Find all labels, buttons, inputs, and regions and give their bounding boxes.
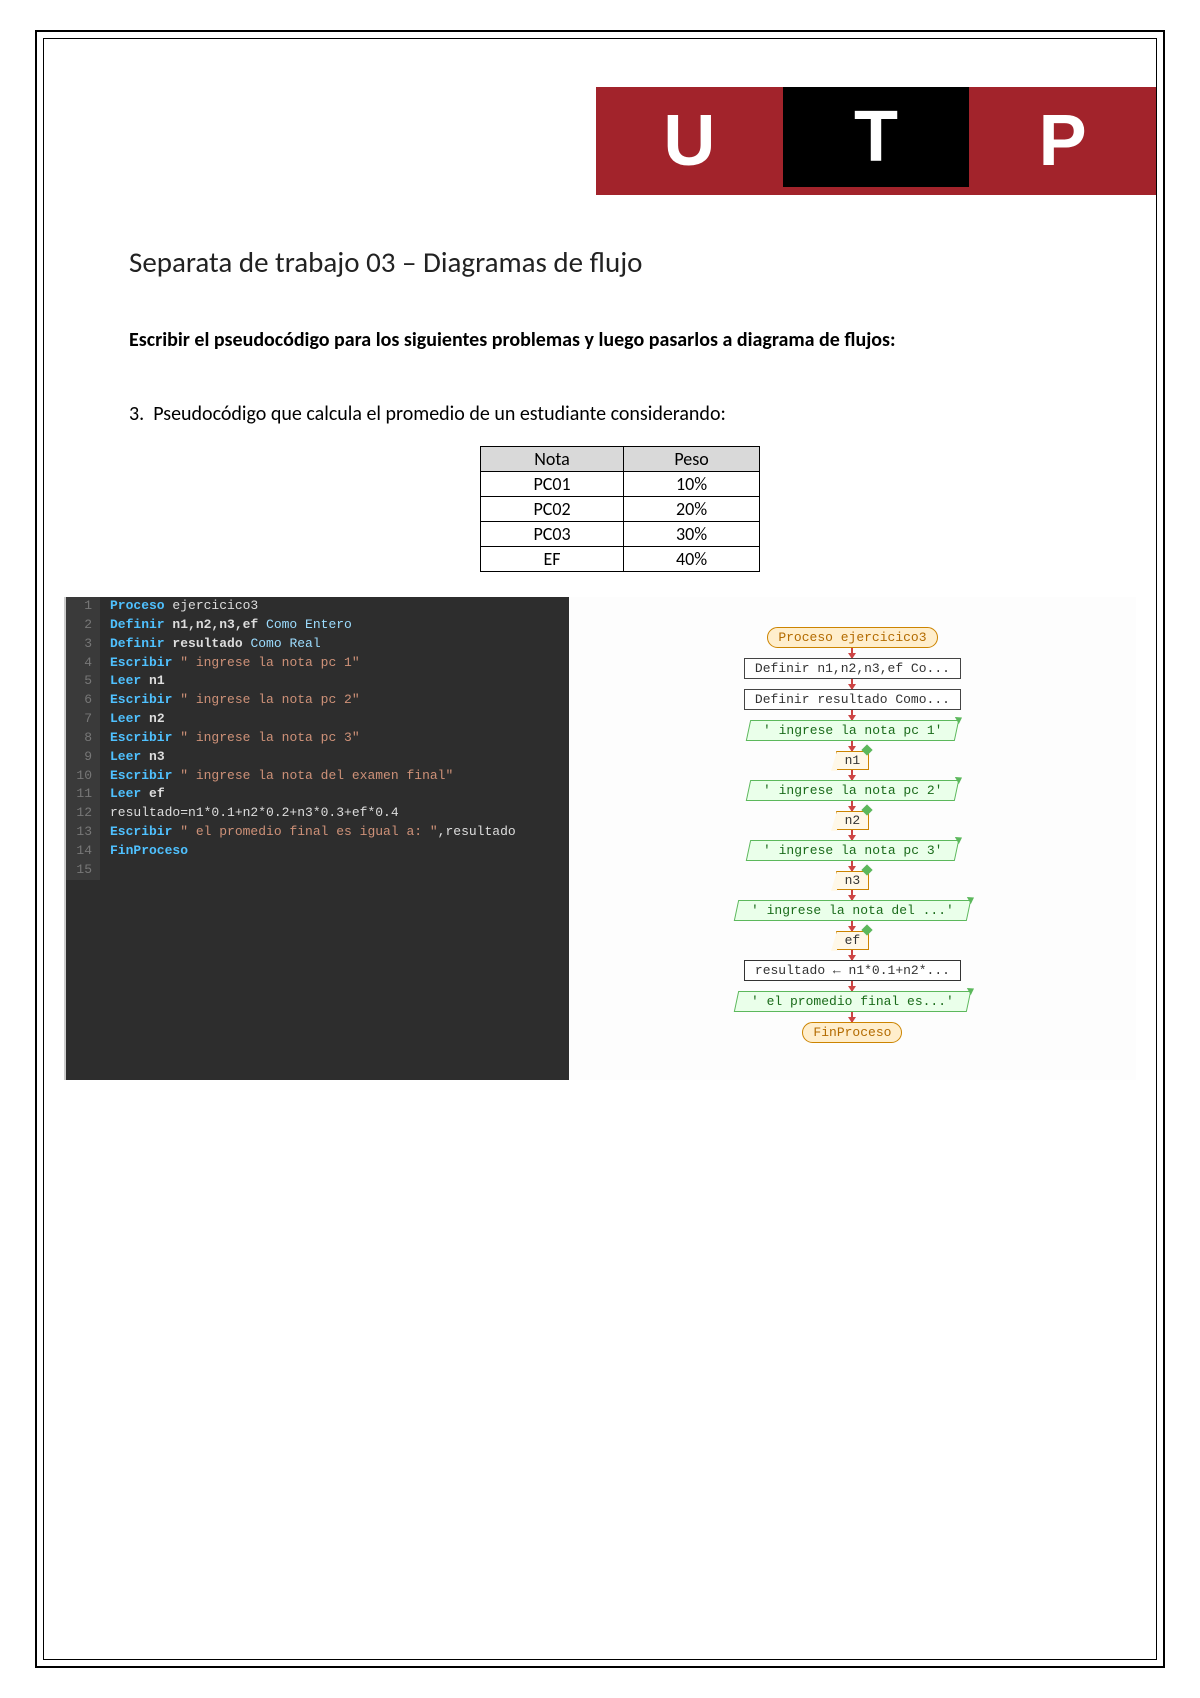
flowchart-process: resultado ← n1*0.1+n2*... bbox=[744, 960, 961, 981]
question-text: Pseudocódigo que calcula el promedio de … bbox=[153, 402, 726, 426]
page-border-inner: U T P Separata de trabajo 03 – Diagramas… bbox=[43, 38, 1157, 1660]
flowchart-output: ' ingrese la nota pc 2' bbox=[745, 780, 959, 801]
weights-table: Nota Peso PC01 10% PC02 20% PC03 30% EF … bbox=[480, 446, 760, 572]
th-peso: Peso bbox=[624, 447, 760, 472]
th-nota: Nota bbox=[481, 447, 624, 472]
flowchart-declare: Definir resultado Como... bbox=[744, 689, 961, 710]
flowchart-input: n3 bbox=[836, 871, 870, 890]
flowchart-output: ' el promedio final es...' bbox=[734, 991, 971, 1012]
flowchart-output: ' ingrese la nota pc 1' bbox=[745, 720, 959, 741]
logo-letter-p: P bbox=[1039, 100, 1087, 182]
page-title: Separata de trabajo 03 – Diagramas de fl… bbox=[129, 244, 1111, 280]
flowchart-output: ' ingrese la nota del ...' bbox=[734, 900, 971, 921]
flowchart-connector bbox=[851, 741, 853, 751]
flowchart-connector bbox=[851, 1012, 853, 1022]
flowchart-output: ' ingrese la nota pc 3' bbox=[745, 840, 959, 861]
utp-logo: U T P bbox=[596, 87, 1156, 195]
flowchart-connector bbox=[851, 890, 853, 900]
flowchart-panel: Proceso ejercicico3 Definir n1,n2,n3,ef … bbox=[569, 597, 1136, 1080]
table-row: PC01 10% bbox=[481, 472, 760, 497]
flowchart-connector bbox=[851, 648, 853, 658]
flowchart-connector bbox=[851, 950, 853, 960]
flowchart-declare: Definir n1,n2,n3,ef Co... bbox=[744, 658, 961, 679]
flowchart-connector bbox=[851, 710, 853, 720]
pseudocode-panel: 1Proceso ejercicico3 2Definir n1,n2,n3,e… bbox=[66, 597, 569, 1080]
split-panel: 1Proceso ejercicico3 2Definir n1,n2,n3,e… bbox=[64, 597, 1136, 1080]
question-number: 3. bbox=[129, 402, 144, 426]
flowchart-end: FinProceso bbox=[802, 1022, 902, 1043]
flowchart-input: ef bbox=[836, 931, 870, 950]
question-3: 3. Pseudocódigo que calcula el promedio … bbox=[129, 402, 1111, 426]
table-row: PC03 30% bbox=[481, 522, 760, 547]
flowchart-input: n1 bbox=[836, 751, 870, 770]
flowchart-connector bbox=[851, 801, 853, 811]
flowchart-start: Proceso ejercicico3 bbox=[767, 627, 937, 648]
logo-letter-t: T bbox=[854, 96, 898, 178]
flowchart-connector bbox=[851, 981, 853, 991]
flowchart-connector bbox=[851, 770, 853, 780]
flowchart-connector bbox=[851, 679, 853, 689]
flowchart-connector bbox=[851, 830, 853, 840]
flowchart-connector bbox=[851, 861, 853, 871]
table-row: EF 40% bbox=[481, 547, 760, 572]
flowchart-input: n2 bbox=[836, 811, 870, 830]
instructions: Escribir el pseudocódigo para los siguie… bbox=[129, 328, 1111, 352]
flowchart-connector bbox=[851, 921, 853, 931]
logo-letter-u: U bbox=[663, 100, 715, 182]
table-row: PC02 20% bbox=[481, 497, 760, 522]
